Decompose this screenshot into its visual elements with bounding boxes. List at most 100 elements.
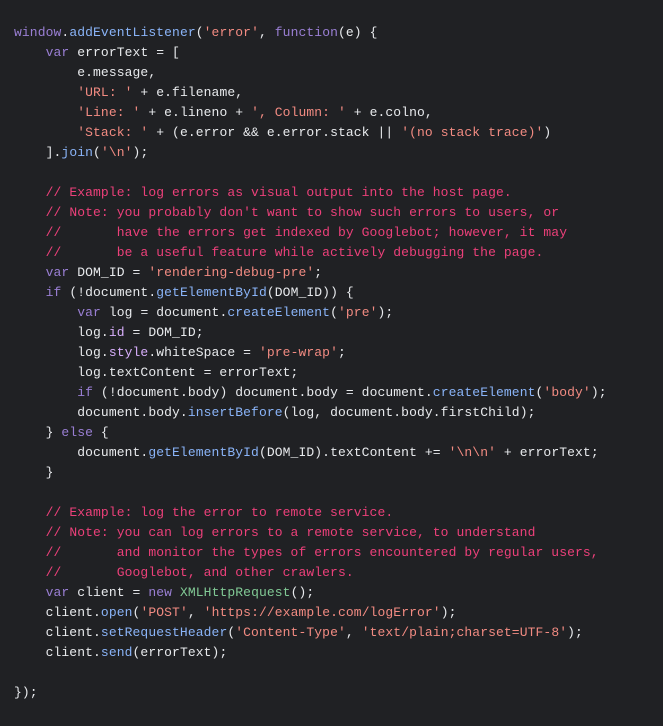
code-token: open: [101, 605, 133, 620]
code-token: 'text/plain;charset=UTF-8': [362, 625, 567, 640]
code-token: ,: [259, 25, 275, 40]
code-token: e.message,: [14, 65, 156, 80]
code-token: [14, 265, 46, 280]
code-token: [14, 565, 46, 580]
code-token: var: [46, 265, 70, 280]
code-token: [14, 245, 46, 260]
code-content: window.addEventListener('error', functio…: [14, 25, 607, 700]
code-token: [172, 585, 180, 600]
code-token: id: [109, 325, 125, 340]
code-token: }: [14, 425, 61, 440]
code-token: [14, 585, 46, 600]
code-token: (DOM_ID)) {: [267, 285, 354, 300]
code-token: );: [378, 305, 394, 320]
code-token: // be a useful feature while actively de…: [46, 245, 544, 260]
code-token: style: [109, 345, 149, 360]
code-token: [14, 305, 77, 320]
code-token: 'pre-wrap': [259, 345, 338, 360]
code-token: errorText = [: [69, 45, 180, 60]
code-token: // Googlebot, and other crawlers.: [46, 565, 354, 580]
code-token: join: [61, 145, 93, 160]
code-token: [14, 525, 46, 540]
code-token: [14, 85, 77, 100]
code-token: 'Content-Type': [235, 625, 346, 640]
code-token: 'URL: ': [77, 85, 132, 100]
code-token: + (e.error && e.error.stack ||: [148, 125, 401, 140]
code-token: [14, 505, 46, 520]
code-token: [14, 105, 77, 120]
code-token: .whiteSpace =: [148, 345, 259, 360]
code-token: log.: [14, 325, 109, 340]
code-token: ();: [291, 585, 315, 600]
code-token: (log, document.body.firstChild);: [283, 405, 536, 420]
code-token: var: [46, 45, 70, 60]
code-token: window: [14, 25, 61, 40]
code-token: document.: [14, 445, 148, 460]
code-token: [14, 385, 77, 400]
code-token: client =: [69, 585, 148, 600]
code-token: );: [591, 385, 607, 400]
code-token: [14, 185, 46, 200]
code-token: + errorText;: [496, 445, 599, 460]
code-token: (: [330, 305, 338, 320]
code-token: ', Column: ': [251, 105, 346, 120]
code-token: 'Line: ': [77, 105, 140, 120]
code-token: ].: [14, 145, 61, 160]
code-token: [14, 45, 46, 60]
code-token: {: [93, 425, 109, 440]
code-token: ,: [346, 625, 362, 640]
code-token: log.: [14, 345, 109, 360]
code-token: setRequestHeader: [101, 625, 227, 640]
code-token: else: [61, 425, 93, 440]
code-token: addEventListener: [69, 25, 195, 40]
code-token: document.body.: [14, 405, 188, 420]
code-token: // and monitor the types of errors encou…: [46, 545, 599, 560]
code-token: (: [93, 145, 101, 160]
code-token: ,: [188, 605, 204, 620]
code-token: '(no stack trace)': [401, 125, 543, 140]
code-token: 'POST': [140, 605, 187, 620]
code-token: );: [441, 605, 457, 620]
code-token: // have the errors get indexed by Google…: [46, 225, 567, 240]
code-token: var: [46, 585, 70, 600]
code-token: // Example: log the error to remote serv…: [46, 505, 394, 520]
code-token: = DOM_ID;: [125, 325, 204, 340]
code-token: client.: [14, 625, 101, 640]
code-token: 'https://example.com/logError': [204, 605, 441, 620]
code-token: send: [101, 645, 133, 660]
code-token: );: [133, 145, 149, 160]
code-token: 'body': [543, 385, 590, 400]
code-token: (DOM_ID).textContent +=: [259, 445, 449, 460]
code-token: (!document.body) document.body = documen…: [93, 385, 433, 400]
code-token: (errorText);: [133, 645, 228, 660]
code-token: // Note: you can log errors to a remote …: [46, 525, 536, 540]
code-token: + e.colno,: [346, 105, 433, 120]
code-token: (!document.: [61, 285, 156, 300]
code-token: [14, 125, 77, 140]
code-token: createElement: [227, 305, 330, 320]
code-token: 'pre': [338, 305, 378, 320]
code-token: client.: [14, 605, 101, 620]
code-token: [14, 285, 46, 300]
code-token: XMLHttpRequest: [180, 585, 291, 600]
code-token: 'Stack: ': [77, 125, 148, 140]
code-block: window.addEventListener('error', functio…: [0, 13, 663, 713]
code-token: (: [196, 25, 204, 40]
code-token: ): [543, 125, 551, 140]
code-token: getElementById: [156, 285, 267, 300]
code-token: getElementById: [148, 445, 259, 460]
code-token: var: [77, 305, 101, 320]
code-token: );: [567, 625, 583, 640]
code-token: DOM_ID =: [69, 265, 148, 280]
code-token: + e.lineno +: [140, 105, 251, 120]
code-token: 'error': [204, 25, 259, 40]
code-token: 'rendering-debug-pre': [148, 265, 314, 280]
code-token: '\n': [101, 145, 133, 160]
code-token: // Note: you probably don't want to show…: [46, 205, 560, 220]
code-token: client.: [14, 645, 101, 660]
code-token: insertBefore: [188, 405, 283, 420]
code-token: [14, 205, 46, 220]
code-token: [14, 545, 46, 560]
code-token: if: [77, 385, 93, 400]
code-token: [14, 225, 46, 240]
